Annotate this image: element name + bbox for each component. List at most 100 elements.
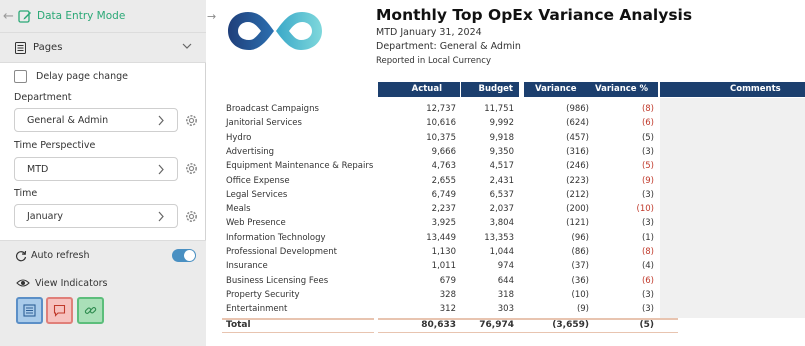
row-budget: 9,918	[489, 132, 514, 143]
row-actual: 1,011	[431, 261, 456, 272]
header-variance-label: Variance	[535, 84, 577, 94]
time-gear-icon[interactable]	[184, 209, 199, 224]
row-variance-pct: (4)	[641, 261, 654, 272]
row-actual: 4,763	[431, 161, 456, 172]
time-perspective-value: MTD	[27, 163, 49, 175]
time-select[interactable]: January	[14, 204, 178, 228]
auto-refresh-toggle[interactable]	[172, 249, 196, 262]
department-label: Department	[14, 92, 72, 103]
report-currency-note: Reported in Local Currency	[376, 56, 491, 66]
header-budget: Budget	[461, 82, 519, 97]
row-name: Professional Development	[226, 247, 338, 257]
row-name: Janitorial Services	[226, 118, 302, 129]
row-budget: 13,353	[484, 232, 514, 243]
row-budget: 11,751	[484, 104, 514, 114]
department-select[interactable]: General & Admin	[14, 108, 178, 132]
chevron-right-icon	[158, 211, 164, 222]
row-variance-pct: (3)	[641, 146, 654, 157]
row-name: Entertainment	[226, 304, 288, 315]
row-actual: 3,925	[431, 218, 456, 229]
row-variance: (200)	[566, 204, 589, 215]
row-variance: (96)	[571, 232, 589, 243]
row-budget: 2,037	[489, 204, 514, 215]
back-arrow-icon[interactable]: ←	[3, 9, 17, 24]
row-budget: 9,992	[489, 118, 514, 129]
row-variance-pct: (1)	[641, 232, 654, 243]
comments-area[interactable]	[660, 98, 805, 318]
comment-indicator-button[interactable]	[46, 297, 73, 324]
header-actual-label: Actual	[411, 84, 442, 94]
row-variance: (36)	[571, 275, 589, 286]
row-variance-pct: (3)	[641, 289, 654, 300]
row-variance-pct: (8)	[641, 247, 654, 257]
row-name: Hydro	[226, 132, 252, 143]
row-actual: 10,375	[426, 132, 456, 143]
expand-arrow-icon[interactable]: →	[207, 10, 216, 23]
report-department: Department: General & Admin	[376, 41, 521, 52]
header-variance: Variance Variance %	[524, 82, 658, 97]
total-variance-pct: (5)	[639, 320, 655, 330]
header-budget-label: Budget	[478, 84, 513, 94]
row-variance-pct: (5)	[641, 132, 654, 143]
row-variance: (316)	[566, 146, 589, 157]
time-value: January	[27, 210, 64, 222]
refresh-icon	[15, 250, 27, 261]
row-actual: 9,666	[431, 146, 456, 157]
row-variance: (457)	[566, 132, 589, 143]
row-variance: (223)	[566, 175, 589, 186]
row-actual: 1,130	[431, 247, 456, 257]
row-variance-pct: (5)	[641, 161, 654, 172]
row-name: Business Licensing Fees	[226, 275, 329, 286]
header-comments: Comments	[660, 82, 805, 97]
left-panel: ← Data Entry Mode Pages Delay page chang…	[0, 0, 206, 346]
chevron-down-icon[interactable]	[182, 41, 192, 51]
department-gear-icon[interactable]	[184, 113, 199, 128]
row-budget: 2,431	[489, 175, 514, 186]
header-comments-label: Comments	[730, 84, 781, 94]
document-icon	[15, 41, 26, 54]
header-variance-pct-label: Variance %	[595, 84, 649, 94]
row-budget: 6,537	[489, 189, 514, 200]
row-budget: 4,517	[489, 161, 514, 172]
row-actual: 679	[439, 275, 456, 286]
row-variance: (37)	[571, 261, 589, 272]
row-variance-pct: (3)	[641, 218, 654, 229]
link-indicator-button[interactable]	[77, 297, 104, 324]
report-date: MTD January 31, 2024	[376, 27, 482, 38]
row-variance-pct: (8)	[641, 104, 654, 114]
row-variance-pct: (6)	[641, 275, 654, 286]
row-budget: 318	[497, 289, 514, 300]
list-indicator-button[interactable]	[16, 297, 43, 324]
row-name: Insurance	[226, 261, 268, 272]
pages-section-header[interactable]: Pages	[0, 33, 206, 63]
row-budget: 974	[497, 261, 514, 272]
eye-icon	[16, 279, 30, 287]
time-perspective-select[interactable]: MTD	[14, 157, 178, 181]
row-actual: 328	[439, 289, 456, 300]
row-budget: 644	[497, 275, 514, 286]
department-value: General & Admin	[27, 114, 109, 126]
row-variance: (9)	[576, 304, 589, 315]
company-logo	[228, 12, 322, 50]
chevron-right-icon	[158, 164, 164, 175]
auto-refresh-label: Auto refresh	[31, 250, 90, 261]
total-label: Total	[226, 320, 251, 330]
row-name: Equipment Maintenance & Repairs	[226, 161, 374, 172]
row-variance: (212)	[566, 189, 589, 200]
total-variance: (3,659)	[552, 320, 589, 330]
delay-page-change-checkbox[interactable]	[14, 70, 27, 83]
data-entry-mode-label[interactable]: Data Entry Mode	[37, 10, 125, 22]
row-budget: 9,350	[489, 146, 514, 157]
total-actual: 80,633	[421, 320, 456, 330]
row-actual: 12,737	[426, 104, 456, 114]
delay-page-change-row: Delay page change	[14, 70, 128, 83]
total-row: Total 80,633 76,974 (3,659) (5)	[222, 318, 805, 333]
toggle-knob	[184, 250, 195, 261]
mode-bar: ← Data Entry Mode	[0, 0, 206, 33]
time-perspective-gear-icon[interactable]	[184, 161, 199, 176]
row-name: Legal Services	[226, 189, 288, 200]
time-perspective-label: Time Perspective	[14, 140, 96, 151]
row-variance-pct: (3)	[641, 189, 654, 200]
row-actual: 6,749	[431, 189, 456, 200]
row-variance: (121)	[566, 218, 589, 229]
